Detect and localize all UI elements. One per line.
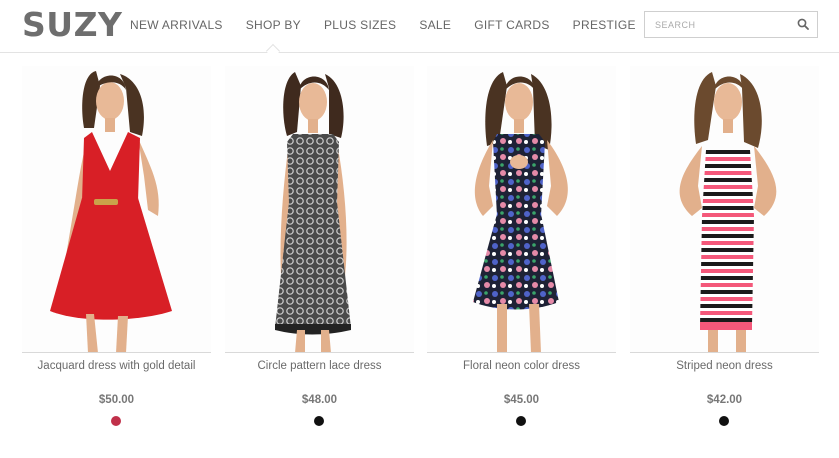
product-price: $42.00 <box>706 394 743 406</box>
site-header: SUZY NEW ARRIVALS SHOP BY PLUS SIZES SAL… <box>0 0 839 59</box>
card-divider <box>630 352 819 353</box>
main-nav: NEW ARRIVALS SHOP BY PLUS SIZES SALE GIF… <box>130 18 636 59</box>
brand-logo[interactable]: SUZY <box>22 6 122 44</box>
color-swatch[interactable] <box>111 416 121 426</box>
card-divider <box>22 352 211 353</box>
product-card[interactable]: Floral neon color dress $45.00 <box>427 66 616 436</box>
search-box <box>644 11 818 38</box>
product-name[interactable]: Floral neon color dress <box>427 360 616 372</box>
product-price: $45.00 <box>503 394 540 406</box>
product-name[interactable]: Striped neon dress <box>630 360 819 372</box>
color-swatch[interactable] <box>719 416 729 426</box>
card-divider <box>427 352 616 353</box>
product-image[interactable] <box>427 66 616 353</box>
search-icon[interactable] <box>797 18 809 30</box>
color-swatch[interactable] <box>314 416 324 426</box>
nav-plus-sizes[interactable]: PLUS SIZES <box>324 18 396 32</box>
search-input[interactable] <box>655 18 795 32</box>
product-price: $50.00 <box>98 394 135 406</box>
product-card[interactable]: Striped neon dress $42.00 <box>630 66 819 436</box>
nav-prestige[interactable]: PRESTIGE <box>573 18 636 32</box>
nav-gift-cards[interactable]: GIFT CARDS <box>474 18 549 32</box>
product-image[interactable] <box>22 66 211 353</box>
active-nav-indicator <box>266 43 281 59</box>
product-price: $48.00 <box>301 394 338 406</box>
product-card[interactable]: Circle pattern lace dress $48.00 <box>225 66 414 436</box>
color-swatch[interactable] <box>516 416 526 426</box>
product-name[interactable]: Jacquard dress with gold detail <box>22 360 211 372</box>
nav-shop-by-label: SHOP BY <box>245 18 301 32</box>
card-divider <box>225 352 414 353</box>
product-name[interactable]: Circle pattern lace dress <box>225 360 414 372</box>
product-card[interactable]: Jacquard dress with gold detail $50.00 <box>22 66 211 436</box>
product-image[interactable] <box>630 66 819 353</box>
nav-sale[interactable]: SALE <box>419 18 451 32</box>
product-image[interactable] <box>225 66 414 353</box>
product-grid: Jacquard dress with gold detail $50.00 C… <box>22 66 819 446</box>
nav-new-arrivals[interactable]: NEW ARRIVALS <box>130 18 223 32</box>
nav-shop-by[interactable]: SHOP BY <box>245 18 301 59</box>
